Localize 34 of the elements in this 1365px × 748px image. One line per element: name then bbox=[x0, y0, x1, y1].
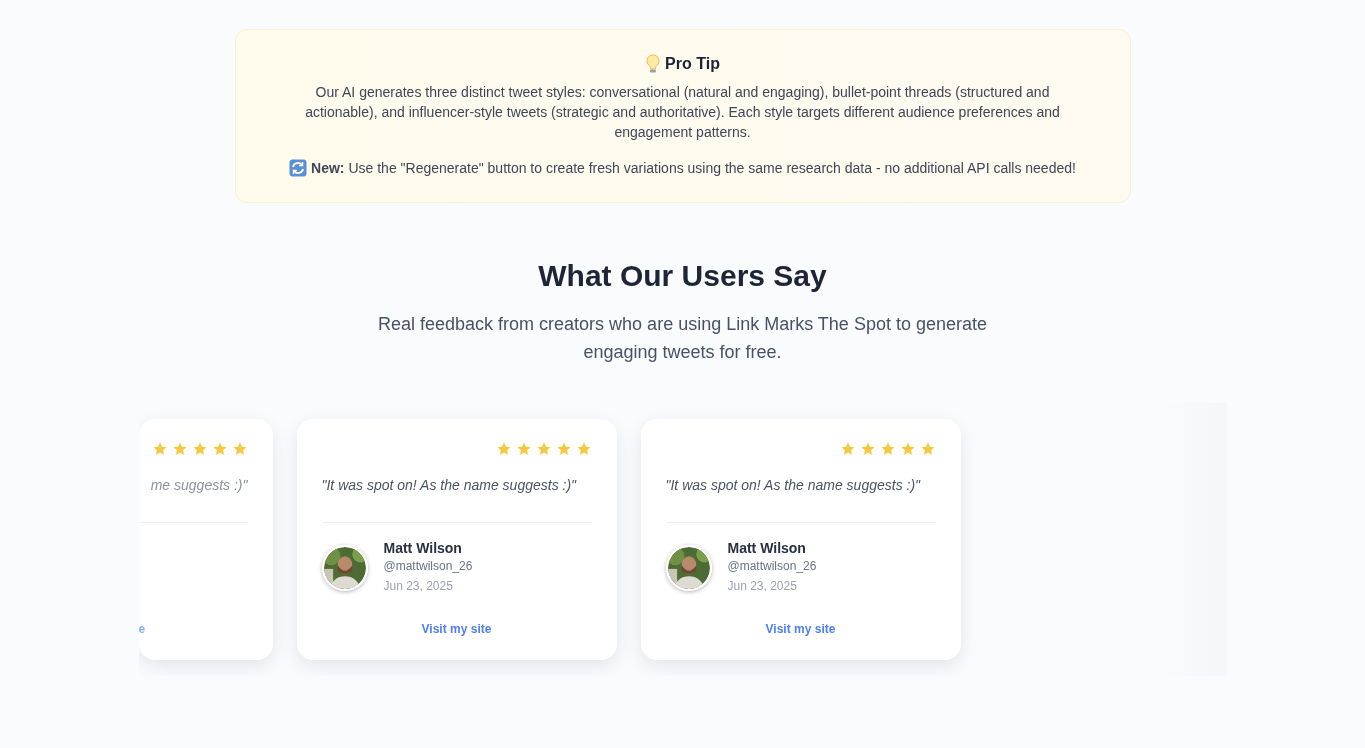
star-icon bbox=[191, 441, 208, 457]
refresh-icon bbox=[289, 159, 308, 177]
quote-text: "It was spot on! As the name suggests :)" bbox=[665, 476, 922, 495]
star-icon bbox=[211, 441, 228, 457]
star-icon bbox=[919, 441, 936, 457]
star-icon bbox=[575, 441, 592, 457]
user-name: Matt Wilson bbox=[383, 539, 463, 557]
quote-text: me suggests :)" bbox=[150, 476, 248, 495]
tip-note: New: Use the "Regenerate" button to create fresh variations using the same research data - no additional API calls needed! bbox=[311, 159, 1076, 178]
quote-text: "It was spot on! As the name suggests :)" bbox=[321, 476, 578, 495]
star-icon bbox=[535, 441, 552, 457]
site-link[interactable]: Visit my site bbox=[421, 622, 492, 636]
star-icon bbox=[839, 441, 856, 457]
star-icon bbox=[231, 441, 248, 457]
review-date: Jun 23, 2025 bbox=[727, 578, 798, 595]
user-handle: @mattwilson_26 bbox=[727, 558, 817, 575]
star-icon bbox=[171, 441, 188, 457]
site-link[interactable]: e bbox=[138, 622, 146, 636]
star-icon bbox=[879, 441, 896, 457]
tip-title: Pro Tip bbox=[665, 54, 720, 74]
section-subtitle: Real feedback from creators who are using Link Marks The Spot to generate engaging tweets for free. bbox=[377, 313, 988, 364]
user-name: Matt Wilson bbox=[727, 539, 807, 557]
site-link[interactable]: Visit my site bbox=[765, 622, 836, 636]
star-icon bbox=[555, 441, 572, 457]
star-icon bbox=[495, 441, 512, 457]
star-icon bbox=[515, 441, 532, 457]
star-icon bbox=[859, 441, 876, 457]
tip-text: Our AI generates three distinct tweet styles: conversational (natural and engaging), bullet-point threads (structured and actionable), and influencer-style tweets (strategic and authoritative). Each style targets different audience preferences and engagement patterns. bbox=[304, 83, 1061, 142]
section-title: What Our Users Say bbox=[537, 258, 828, 294]
star-icon bbox=[899, 441, 916, 457]
review-date: Jun 23, 2025 bbox=[383, 578, 454, 595]
user-handle: @mattwilson_26 bbox=[383, 558, 473, 575]
star-icon bbox=[151, 441, 168, 457]
lightbulb-icon bbox=[645, 54, 662, 74]
